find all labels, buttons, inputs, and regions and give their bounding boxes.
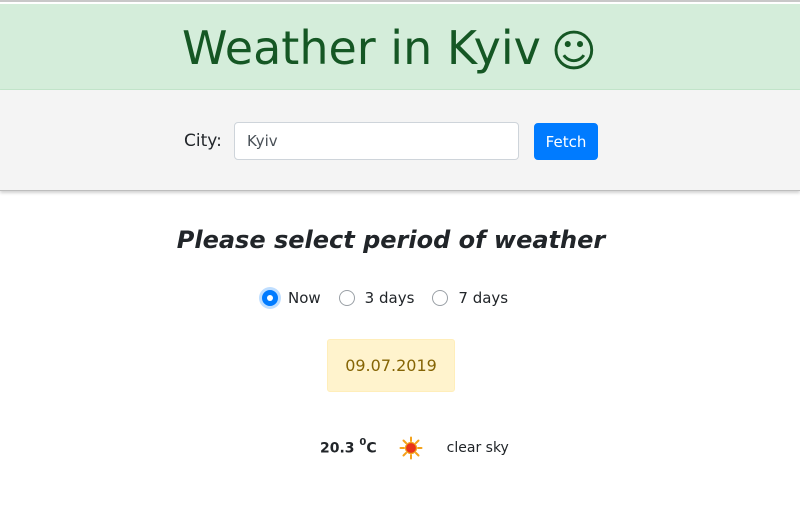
period-option-3-days[interactable]: 3 days [338, 289, 415, 307]
temperature-value: 20.3 [320, 440, 355, 457]
city-input[interactable] [234, 122, 519, 160]
degree-mark: 0 [359, 437, 367, 449]
forecast-date: 09.07.2019 [327, 339, 455, 392]
temperature-unit: C [366, 440, 377, 457]
period-option-label: 7 days [458, 289, 509, 307]
radio-now[interactable] [262, 290, 278, 306]
period-option-label: Now [288, 289, 321, 307]
radio-3-days[interactable] [338, 290, 355, 306]
radio-7-days[interactable] [432, 290, 449, 306]
temperature: 20.3 0C [320, 437, 377, 457]
city-label: City: [184, 131, 222, 151]
fetch-button[interactable]: Fetch [534, 123, 598, 160]
app-window: Weather in Kyiv☺ City: Fetch Please sele… [0, 0, 800, 515]
period-option-label: 3 days [364, 289, 415, 307]
smiley-icon: ☺ [550, 26, 597, 77]
period-heading: Please select period of weather [176, 226, 606, 254]
weather-description: clear sky [446, 440, 509, 456]
period-option-now[interactable]: Now [262, 289, 321, 307]
header-bar: Weather in Kyiv ☺ [0, 4, 800, 90]
sun-icon [399, 436, 423, 460]
period-radio-group: Now 3 days 7 days [262, 287, 526, 309]
weather-row: 20.3 0C clear sky [320, 435, 509, 461]
city-search-bar: City: Fetch [0, 90, 800, 191]
page-title-text: Weather in Kyiv [182, 21, 541, 75]
period-option-7-days[interactable]: 7 days [432, 289, 508, 307]
page-title: Weather in Kyiv ☺ [182, 18, 597, 82]
